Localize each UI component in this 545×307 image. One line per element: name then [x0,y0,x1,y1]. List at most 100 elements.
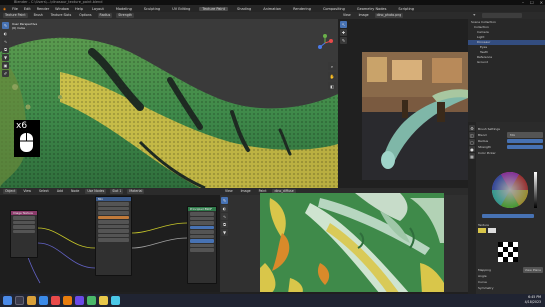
node-image-texture[interactable]: Image Texture [10,210,38,258]
viewport-menu-brush[interactable]: Brush [32,13,45,18]
clone-brush-icon[interactable]: ⧉ [2,46,9,53]
outliner-filter-icon[interactable]: ⏷ [471,13,478,18]
node-field[interactable] [190,248,214,252]
radius-slider[interactable] [507,139,543,143]
sample-icon[interactable]: ✚ [340,29,347,36]
smear-brush-icon[interactable]: ∿ [2,38,9,45]
node-field[interactable] [190,243,214,247]
annotate-icon[interactable]: ✐ [2,70,9,77]
image-editor-preview[interactable]: View Image dino_photo.png ↖ ✚ ✎ [338,12,468,188]
annotate-icon[interactable]: ✎ [340,37,347,44]
mapping-dropdown[interactable]: View Plane [522,267,543,273]
workspace-tab-shading[interactable]: Shading [234,7,254,11]
soften-brush-icon[interactable]: ◐ [221,205,228,212]
search-icon[interactable] [15,296,24,305]
camera-icon[interactable]: ◧ [328,82,336,90]
outliner-search-input[interactable] [481,13,522,18]
blend-dropdown[interactable]: Mix [507,132,543,138]
active-color-swatch[interactable] [482,214,534,218]
node-field[interactable] [98,224,129,228]
node-field[interactable] [98,238,129,242]
blender-taskbar-icon[interactable] [63,296,72,305]
fill-brush-icon[interactable]: ▼ [2,54,9,61]
object-icon[interactable]: ▢ [469,139,475,145]
workspace-tab-animation[interactable]: Animation [260,7,284,11]
3d-viewport[interactable]: Texture Paint Brush Texture Slots Option… [0,12,338,188]
workspace-tab-geometry-nodes[interactable]: Geometry Nodes [354,7,390,11]
workspace-tab-compositing[interactable]: Compositing [320,7,348,11]
smear-brush-icon[interactable]: ∿ [221,213,228,220]
app-icon[interactable] [111,296,120,305]
cursor-icon[interactable]: ↖ [340,21,347,28]
draw-brush-icon[interactable]: ✎ [221,197,228,204]
menu-help[interactable]: Help [75,7,83,11]
clone-brush-icon[interactable]: ⧉ [221,221,228,228]
menu-window[interactable]: Window [55,7,69,11]
outliner-row[interactable]: Ground [468,60,545,65]
texture-canvas[interactable] [260,193,444,294]
node-field[interactable] [190,221,214,225]
texture-icon[interactable]: ▦ [469,153,475,159]
app-icon[interactable] [51,296,60,305]
app-icon[interactable] [75,296,84,305]
viewport-menu-options[interactable]: Options [77,13,93,18]
soften-brush-icon[interactable]: ◐ [2,30,9,37]
uv-menu-view[interactable]: View [223,189,235,194]
edge-browser-icon[interactable] [39,296,48,305]
workspace-tab-texture-paint[interactable]: Texture Paint [199,6,228,11]
preview-menu-image[interactable]: Image [357,13,371,18]
shader-node-editor[interactable]: Object View Select Add Node Use Nodes Sl… [0,188,220,294]
workspace-tab-layout[interactable]: Layout [89,7,107,11]
draw-brush-icon[interactable]: ✎ [2,22,9,29]
navigation-gizmo[interactable] [316,34,334,52]
render-icon[interactable]: ◫ [469,132,475,138]
zoom-icon[interactable]: ⌕ [328,62,336,70]
workspace-tab-uv-editing[interactable]: UV Editing [169,7,193,11]
menu-file[interactable]: File [12,7,18,11]
menu-render[interactable]: Render [37,7,49,11]
node-field-active[interactable] [98,215,129,219]
texture-swatch-2[interactable] [488,228,496,233]
node-field[interactable] [13,229,35,233]
value-slider[interactable] [534,172,537,208]
node-mix[interactable]: Mix [95,196,132,276]
radius-field[interactable]: Radius [97,13,113,18]
app-icon[interactable] [87,296,96,305]
viewport-menu-texture-slots[interactable]: Texture Slots [49,13,73,18]
color-wheel[interactable] [490,170,530,210]
node-field[interactable] [13,216,35,220]
image-name-field[interactable]: dino_photo.png [374,13,404,18]
pan-hand-icon[interactable]: ✋ [328,72,336,80]
preview-menu-view[interactable]: View [341,13,353,18]
strength-slider[interactable] [507,145,543,149]
node-field[interactable] [98,202,129,206]
texture-swatch[interactable] [478,228,486,233]
mask-brush-icon[interactable]: ▣ [2,62,9,69]
node-field[interactable] [190,216,214,220]
menu-edit[interactable]: Edit [24,7,31,11]
node-field[interactable] [98,229,129,233]
blender-logo-icon[interactable]: ◉ [3,7,6,11]
workspace-tab-modeling[interactable]: Modeling [113,7,135,11]
node-principled-bsdf[interactable]: Principled BSDF [187,206,217,284]
taskbar-clock[interactable]: 6:45 PM 4/18/2023 [525,295,541,305]
workspace-tab-rendering[interactable]: Rendering [290,7,314,11]
node-field[interactable] [98,211,129,215]
fill-brush-icon[interactable]: ▼ [221,229,228,236]
node-field[interactable] [98,206,129,210]
strength-field[interactable]: Strength [116,13,135,18]
material-icon[interactable]: ● [469,146,475,152]
node-field[interactable] [13,225,35,229]
node-field[interactable] [190,212,214,216]
start-button-icon[interactable] [3,296,12,305]
workspace-tab-scripting[interactable]: Scripting [395,7,417,11]
node-field[interactable] [13,220,35,224]
node-field-active[interactable] [190,225,214,229]
mode-dropdown[interactable]: Texture Paint [3,13,28,18]
uv-image-editor[interactable]: View Image Paint dino_diffuse ✎ ◐ ∿ ⧉ ▼ [220,188,468,294]
node-field[interactable] [190,234,214,238]
file-explorer-icon[interactable] [27,296,36,305]
node-field[interactable] [98,233,129,237]
app-icon[interactable] [99,296,108,305]
workspace-tab-sculpting[interactable]: Sculpting [141,7,163,11]
